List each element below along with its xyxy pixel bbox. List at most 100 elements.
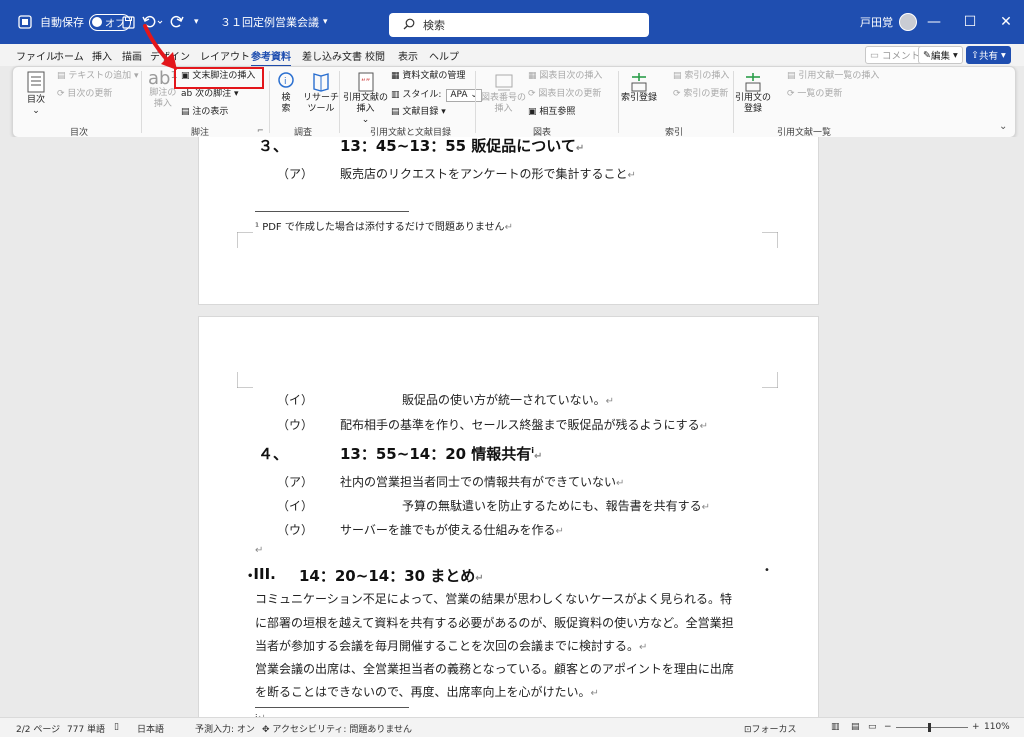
crop-mark-icon xyxy=(762,232,778,248)
annotation-arrow-icon xyxy=(143,24,177,70)
word-count[interactable]: 777 単語 xyxy=(67,722,105,735)
read-mode-icon[interactable]: ▥ xyxy=(831,722,840,732)
zoom-in-button[interactable]: + xyxy=(972,722,980,732)
list-item: 販促品の使い方が統一されていない。↵ xyxy=(402,393,615,407)
search-button[interactable]: i検 索 xyxy=(276,71,296,115)
focus-button[interactable]: ⊡フォーカス xyxy=(744,722,797,735)
update-index-button[interactable]: ⟳ 索引の更新 xyxy=(673,89,728,100)
zoom-slider[interactable] xyxy=(896,727,968,728)
list-label: （イ） xyxy=(277,499,314,513)
list-item: 配布相手の基準を作り、セールス終盤まで販促品が残るようにする↵ xyxy=(340,418,709,432)
zoom-slider-thumb[interactable] xyxy=(928,723,931,732)
document-title[interactable]: ３１回定例営業会議 ▾ xyxy=(220,0,328,44)
text-predictions[interactable]: 予測入力: オン xyxy=(195,722,255,735)
manage-sources-icon: ▦ xyxy=(391,71,400,81)
close-button[interactable]: ✕ xyxy=(988,0,1024,44)
accessibility-status[interactable]: ✥ アクセシビリティ: 問題ありません xyxy=(262,722,412,735)
list-label: （ア） xyxy=(277,167,314,181)
mark-citation-button[interactable]: 引用文の 登録 xyxy=(735,71,771,115)
group-separator xyxy=(339,71,340,133)
insert-citation-button[interactable]: “” 引用文献の 挿入 ⌄ xyxy=(343,71,388,126)
heading-4: 13：55~14：20 情報共有i↵ xyxy=(340,445,543,463)
update-toa-button[interactable]: ⟳ 一覧の更新 xyxy=(787,89,842,100)
citation-icon: “” xyxy=(358,72,373,92)
insert-tof-button[interactable]: ▦ 図表目次の挿入 xyxy=(528,71,602,82)
maximize-button[interactable]: ☐ xyxy=(952,0,988,44)
search-icon xyxy=(403,18,415,33)
mark-entry-button[interactable]: 索引登録 xyxy=(621,71,657,104)
tab-insert[interactable]: 挿入 xyxy=(92,48,112,63)
tab-view[interactable]: 表示 xyxy=(398,48,418,63)
web-layout-icon[interactable]: ▭ xyxy=(868,722,877,732)
update-toc-button[interactable]: ⟳ 目次の更新 xyxy=(57,89,112,100)
avatar xyxy=(899,13,917,31)
toa-icon: ▤ xyxy=(787,71,796,81)
tab-help[interactable]: ヘルプ xyxy=(429,48,459,63)
next-footnote-button[interactable]: ab 次の脚注 ▾ xyxy=(181,89,239,100)
page-2[interactable]: （イ） 販促品の使い方が統一されていない。↵ （ウ） 配布相手の基準を作り、セー… xyxy=(198,316,819,717)
refresh-icon: ⟳ xyxy=(787,89,795,99)
chevron-down-icon: ▾ xyxy=(323,17,328,27)
user-account[interactable]: 戸田覚 xyxy=(860,0,917,44)
accessibility-icon: ✥ xyxy=(262,725,270,735)
next-footnote-icon: ab xyxy=(181,89,193,99)
toc-button[interactable]: 目次 ⌄ xyxy=(25,71,47,117)
print-layout-icon[interactable]: ▤ xyxy=(851,722,860,732)
mark-citation-icon xyxy=(745,73,761,92)
tab-file[interactable]: ファイル xyxy=(16,48,56,63)
comment-button[interactable]: ▭ コメント xyxy=(865,46,926,64)
autosave[interactable]: 自動保存 オフ xyxy=(40,0,131,44)
list-label: （ウ） xyxy=(277,418,314,432)
update-tof-button[interactable]: ⟳ 図表目次の更新 xyxy=(528,89,601,100)
tab-layout[interactable]: レイアウト xyxy=(200,48,250,63)
show-notes-icon: ▤ xyxy=(181,107,190,117)
edit-mode-button[interactable]: ✎ 編集 ▾ xyxy=(918,46,963,64)
zoom-level[interactable]: 110% xyxy=(984,722,1010,732)
share-button[interactable]: ⇪ 共有 ▾ xyxy=(966,46,1011,64)
bibliography-button[interactable]: ▤ 文献目録 ▾ xyxy=(391,107,446,118)
page-count[interactable]: 2/2 ページ xyxy=(16,722,60,735)
list-label: （ア） xyxy=(277,475,314,489)
insert-caption-button[interactable]: 図表番号の 挿入 xyxy=(481,73,526,115)
svg-text:i: i xyxy=(284,77,287,87)
crop-mark-icon xyxy=(237,232,253,248)
paragraph-line: コミュニケーション不足によって、営業の結果が思わしくないケースがよく見られる。特 xyxy=(255,592,733,606)
collapse-ribbon-icon[interactable]: ⌄ xyxy=(999,121,1007,132)
zoom-out-button[interactable]: − xyxy=(884,722,892,732)
researcher-button[interactable]: リサーチ ツール xyxy=(303,71,339,115)
cross-reference-button[interactable]: ▣ 相互参照 xyxy=(528,107,575,118)
list-item: 販売店のリクエストをアンケートの形で集計すること↵ xyxy=(340,167,636,181)
show-notes-button[interactable]: ▤ 注の表示 xyxy=(181,107,228,118)
style-select[interactable]: APA ⌄ xyxy=(446,89,482,102)
save-icon[interactable] xyxy=(122,0,135,44)
word-app-icon[interactable] xyxy=(18,0,32,44)
autosave-label: 自動保存 xyxy=(40,16,84,29)
insert-toa-button[interactable]: ▤ 引用文献一覧の挿入 xyxy=(787,71,879,82)
focus-icon: ⊡ xyxy=(744,725,752,735)
footnote-dialog-launcher[interactable]: ⌐ xyxy=(257,125,264,136)
tab-mailings[interactable]: 差し込み文書 xyxy=(302,48,362,63)
section-3-number: •III. xyxy=(247,565,276,583)
language[interactable]: 日本語 xyxy=(137,722,164,735)
mark-entry-icon xyxy=(631,73,647,92)
customize-qat-icon[interactable]: ▾ xyxy=(194,0,199,44)
tab-home[interactable]: ホーム xyxy=(54,48,84,63)
paragraph-line: 当者が参加する会議を毎月開催することを次回の会議までに検討する。↵ xyxy=(255,639,648,653)
share-icon: ⇪ xyxy=(971,49,979,61)
endnote-separator xyxy=(255,707,409,708)
page-1[interactable]: ３、 13：45~13：55 販促品について↵ （ア） 販売店のリクエストをアン… xyxy=(198,137,819,305)
tab-references[interactable]: 参考資料 xyxy=(251,48,291,67)
document-area[interactable]: ３、 13：45~13：55 販促品について↵ （ア） 販売店のリクエストをアン… xyxy=(0,137,1024,717)
tab-review[interactable]: 校閲 xyxy=(365,48,385,63)
add-text-icon: ▤ xyxy=(57,71,66,81)
section-3-heading: 14：20~14：30 まとめ↵ xyxy=(299,567,484,585)
minimize-button[interactable]: — xyxy=(916,0,952,44)
user-name: 戸田覚 xyxy=(860,16,893,29)
proofing-icon[interactable]: ▯ xyxy=(114,722,119,732)
book-icon xyxy=(313,73,329,92)
manage-sources-button[interactable]: ▦ 資料文献の管理 xyxy=(391,71,465,82)
refresh-icon: ⟳ xyxy=(528,89,536,99)
search-box[interactable]: 検索 xyxy=(389,13,649,37)
add-text-button[interactable]: ▤ テキストの追加 ▾ xyxy=(57,71,139,82)
insert-index-button[interactable]: ▤ 索引の挿入 xyxy=(673,71,729,82)
